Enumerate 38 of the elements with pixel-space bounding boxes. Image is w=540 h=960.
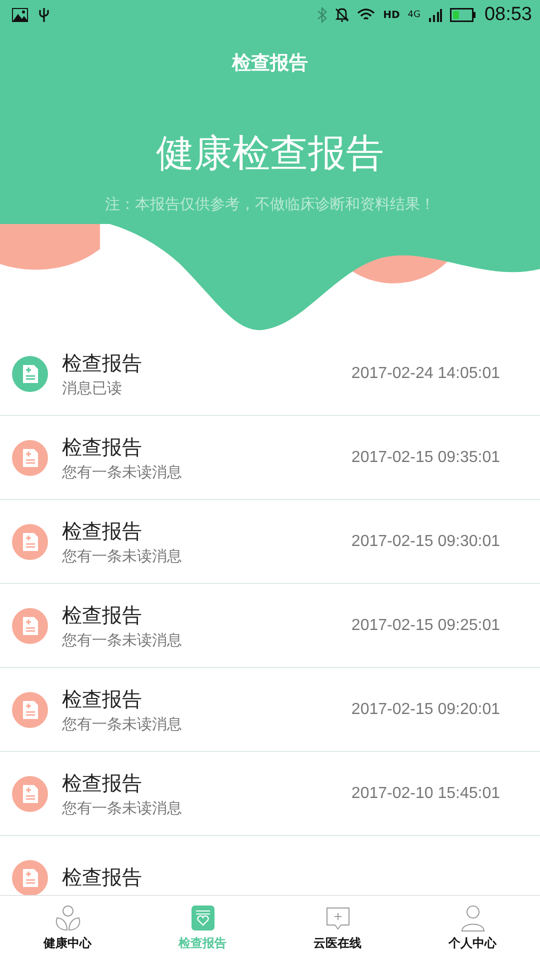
report-title: 检查报告 (62, 518, 143, 544)
report-time: 2017-02-15 09:25:01 (351, 616, 500, 634)
wifi-icon (357, 8, 376, 22)
report-time: 2017-02-15 09:30:01 (351, 532, 500, 550)
disclaimer-note: 注：本报告仅供参考，不做临床诊断和资料结果！ (105, 195, 435, 215)
report-status: 消息已读 (62, 378, 123, 398)
bluetooth-icon (317, 7, 328, 23)
status-time: 08:53 (484, 4, 532, 26)
report-title: 检查报告 (62, 434, 143, 460)
usb-icon (38, 7, 50, 23)
report-heading: 健康检查报告 (156, 130, 384, 177)
user-icon (458, 904, 486, 932)
report-icon (188, 904, 216, 932)
image-icon (12, 8, 28, 22)
nav-tab[interactable]: 健康中心 (0, 896, 135, 960)
nav-tab[interactable]: 个人中心 (405, 896, 540, 960)
mute-icon (335, 7, 350, 23)
network-type: 4G (408, 10, 420, 20)
report-status: 您有一条未读消息 (62, 630, 183, 650)
nav-tab[interactable]: 云医在线 (270, 896, 405, 960)
report-status: 您有一条未读消息 (62, 714, 183, 734)
report-title: 检查报告 (62, 686, 143, 712)
page-title: 检查报告 (232, 51, 308, 76)
report-status: 您有一条未读消息 (62, 798, 183, 818)
report-title: 检查报告 (62, 864, 143, 891)
report-title: 检查报告 (62, 602, 143, 628)
battery-icon (450, 8, 476, 22)
report-time: 2017-02-15 09:20:01 (351, 700, 500, 718)
report-title: 检查报告 (62, 350, 143, 376)
report-time: 2017-02-10 15:45:01 (351, 784, 500, 802)
sprout-icon (54, 904, 82, 932)
signal-icon (428, 8, 442, 22)
report-time: 2017-02-24 14:05:01 (351, 364, 500, 382)
report-time: 2017-02-15 09:35:01 (351, 448, 500, 466)
report-status: 您有一条未读消息 (62, 546, 183, 566)
report-title: 检查报告 (62, 770, 143, 796)
report-status: 您有一条未读消息 (62, 462, 183, 482)
hd-indicator: HD (383, 10, 400, 20)
